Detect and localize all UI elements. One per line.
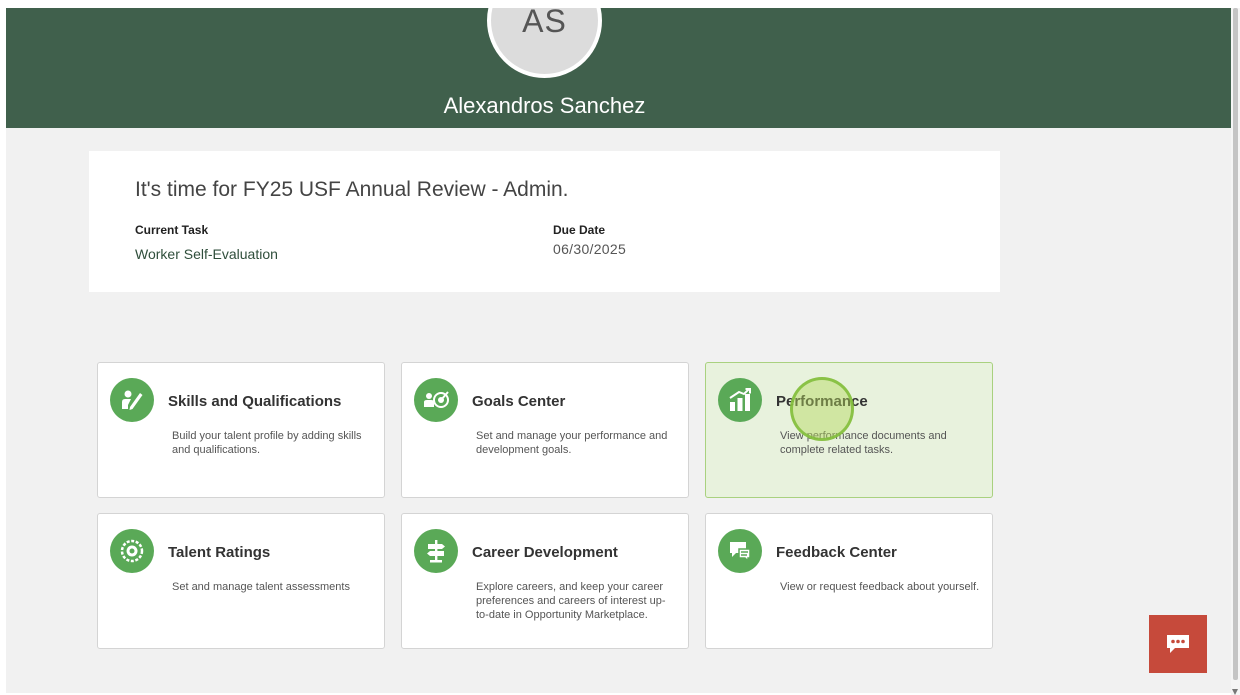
tile-title: Goals Center (472, 393, 566, 410)
chat-button[interactable] (1149, 615, 1207, 673)
due-date-label: Due Date (553, 223, 606, 237)
chat-bubble-icon (1167, 635, 1189, 653)
current-task-link[interactable]: Worker Self-Evaluation (135, 246, 278, 262)
annual-review-card: It's time for FY25 USF Annual Review - A… (89, 151, 1000, 292)
vertical-scrollbar[interactable] (1231, 8, 1240, 695)
tile-feedback-center[interactable]: Feedback Center View or request feedback… (705, 513, 993, 649)
tile-description: Build your talent profile by adding skil… (172, 430, 362, 456)
talent-ratings-icon (110, 529, 154, 573)
due-date-value: 06/30/2025 (553, 241, 627, 257)
tile-goals-center[interactable]: Goals Center Set and manage your perform… (401, 362, 689, 498)
page-content: AS Alexandros Sanchez It's time for FY25… (6, 8, 1231, 693)
tile-skills-and-qualifications[interactable]: Skills and Qualifications Build your tal… (97, 362, 385, 498)
career-signpost-icon (414, 529, 458, 573)
tile-description: Set and manage your performance and deve… (476, 430, 668, 456)
goals-icon (414, 378, 458, 422)
tile-description: View or request feedback about yourself. (780, 581, 980, 593)
tile-title: Feedback Center (776, 544, 897, 561)
performance-icon (718, 378, 762, 422)
profile-header: AS Alexandros Sanchez (6, 8, 1231, 128)
tile-career-development[interactable]: Career Development Explore careers, and … (401, 513, 689, 649)
tile-title: Career Development (472, 544, 618, 561)
tile-performance[interactable]: Performance View performance documents a… (705, 362, 993, 498)
tile-title: Talent Ratings (168, 544, 271, 561)
avatar-initials: AS (522, 8, 567, 39)
click-indicator (790, 377, 854, 441)
feedback-icon (718, 529, 762, 573)
current-task-label: Current Task (135, 223, 209, 237)
tile-talent-ratings[interactable]: Talent Ratings Set and manage talent ass… (97, 513, 385, 649)
tile-description: Explore careers, and keep your career pr… (476, 581, 666, 621)
skills-icon (110, 378, 154, 422)
tile-title: Skills and Qualifications (168, 393, 342, 410)
person-name: Alexandros Sanchez (443, 93, 646, 118)
avatar[interactable]: AS (487, 8, 602, 78)
scrollbar-thumb[interactable] (1233, 8, 1238, 680)
tile-description: Set and manage talent assessments (172, 581, 350, 593)
scroll-down-arrow-icon[interactable] (1232, 689, 1238, 695)
review-title: It's time for FY25 USF Annual Review - A… (135, 178, 569, 201)
